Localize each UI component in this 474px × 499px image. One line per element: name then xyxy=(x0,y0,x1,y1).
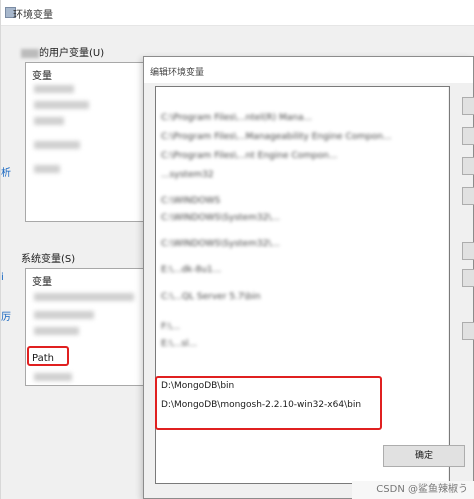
csdn-watermark: CSDN @鲨鱼辣椒う xyxy=(376,484,468,495)
list-scrollbar[interactable]: ▲ ▼ xyxy=(448,87,450,483)
system-vars-header-variable: 变量 xyxy=(32,277,52,288)
blurred-entry xyxy=(34,141,80,149)
delete-button[interactable] xyxy=(462,187,474,205)
path-entry[interactable]: ...system32 xyxy=(161,168,214,182)
path-entry[interactable]: E:\...sl... xyxy=(161,337,197,351)
path-entry[interactable]: C:\WINDOWS\System32\... xyxy=(161,211,280,225)
left-edge-link-fragment: i xyxy=(1,272,4,283)
move-down-button[interactable] xyxy=(462,269,474,287)
edit-text-button[interactable] xyxy=(462,322,474,340)
user-vars-header-variable: 变量 xyxy=(32,71,52,82)
edit-button[interactable] xyxy=(462,127,474,145)
env-window-titlebar[interactable]: 环境变量 xyxy=(1,0,474,26)
highlight-path xyxy=(27,346,69,366)
path-entry[interactable]: F:\... xyxy=(161,320,180,334)
edit-dialog-title: 编辑环境变量 xyxy=(150,68,205,78)
path-entry[interactable]: C:\Program Files\...ntel(R) Mana... xyxy=(161,111,312,125)
blurred-entry xyxy=(34,117,64,125)
path-entry[interactable]: C:\WINDOWS xyxy=(161,194,220,208)
new-button[interactable] xyxy=(462,97,474,115)
path-entry[interactable]: C:\WINDOWS\System32\... xyxy=(161,237,280,251)
system-vars-group-label: 系统变量(S) xyxy=(21,254,76,265)
edit-dialog-titlebar[interactable]: 编辑环境变量 xyxy=(144,57,473,83)
blurred-entry xyxy=(34,85,74,93)
user-vars-group-label: 的用户变量(U) xyxy=(21,44,104,59)
user-vars-list[interactable]: 变量 xyxy=(25,62,149,222)
path-entry[interactable]: C:\Program Files\...Manageability Engine… xyxy=(161,130,392,144)
blurred-entry xyxy=(34,327,79,335)
env-window-title: 环境变量 xyxy=(13,10,53,21)
edit-environment-variable-dialog: 编辑环境变量 C:\Program Files\...ntel(R) Mana.… xyxy=(143,56,474,499)
highlight-mongodb-paths xyxy=(155,376,382,430)
user-vars-label-text: 的用户变量(U) xyxy=(39,48,105,59)
left-edge-link-fragment: 析 xyxy=(1,168,11,179)
blurred-entry xyxy=(34,165,60,173)
ok-button[interactable]: 确定 xyxy=(383,445,465,467)
blurred-entry xyxy=(34,311,94,319)
path-entry[interactable]: E:\...dk-8u1... xyxy=(161,263,221,277)
move-up-button[interactable] xyxy=(462,242,474,260)
scroll-up-arrow-icon[interactable]: ▲ xyxy=(449,89,450,99)
blurred-entry xyxy=(34,101,89,109)
browse-button[interactable] xyxy=(462,157,474,175)
path-entry[interactable]: C:\...QL Server 5.7\bin xyxy=(161,290,261,304)
blurred-entry xyxy=(34,293,134,301)
left-edge-link-fragment: 厉 xyxy=(1,312,11,323)
path-entry[interactable]: C:\Program Files\...nt Engine Compon... xyxy=(161,149,337,163)
blurred-entry xyxy=(34,373,72,381)
system-vars-list[interactable]: 变量 Path xyxy=(25,268,149,386)
